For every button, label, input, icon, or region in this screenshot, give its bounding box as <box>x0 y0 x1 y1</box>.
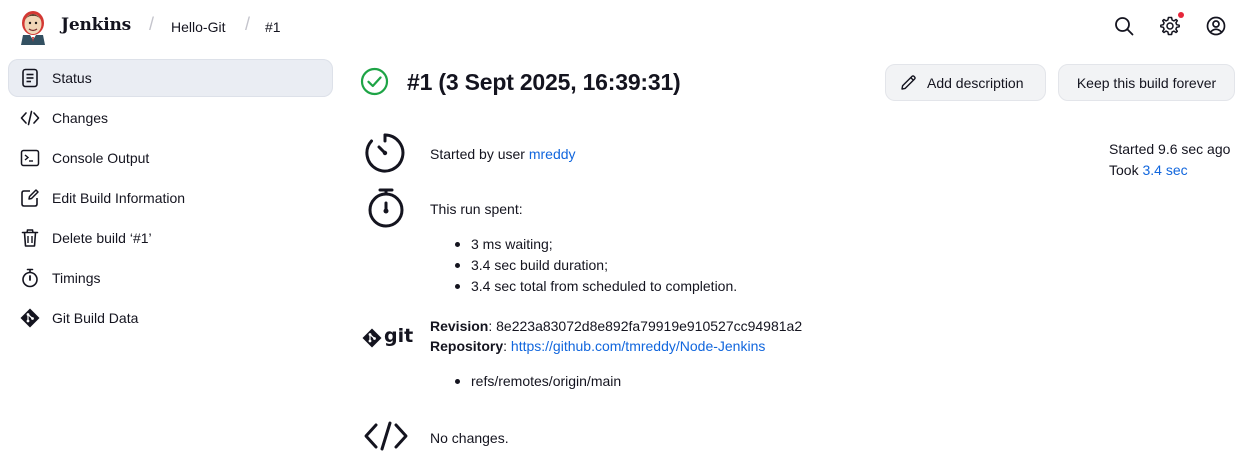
list-item: 3.4 sec total from scheduled to completi… <box>455 277 737 298</box>
breadcrumb-build[interactable]: #1 <box>265 19 281 35</box>
sidebar-item-label: Changes <box>52 110 109 126</box>
keep-build-forever-button[interactable]: Keep this build forever <box>1058 64 1235 101</box>
run-spent-list: 3 ms waiting; 3.4 sec build duration; 3.… <box>455 235 737 298</box>
settings-gear-icon[interactable] <box>1159 15 1181 37</box>
run-spent-label: This run spent: <box>430 201 523 217</box>
breadcrumb-separator: / <box>245 14 251 34</box>
repository-link[interactable]: https://github.com/tmreddy/Node-Jenkins <box>511 338 765 354</box>
pencil-icon <box>901 75 916 90</box>
breadcrumb-job[interactable]: Hello-Git <box>171 19 225 35</box>
jenkins-logo-icon[interactable] <box>18 9 48 45</box>
stopwatch-icon <box>368 188 404 228</box>
sidebar-item-label: Git Build Data <box>52 310 139 326</box>
repository-label: Repository <box>430 338 504 354</box>
stopwatch-icon <box>20 268 40 288</box>
sidebar-item-git-build-data[interactable]: Git Build Data <box>8 299 333 337</box>
trash-icon <box>20 228 40 248</box>
sidebar-item-console-output[interactable]: Console Output <box>8 139 333 177</box>
refs-list: refs/remotes/origin/main <box>455 372 621 393</box>
git-logo-text: git <box>384 325 414 347</box>
brand-title[interactable]: Jenkins <box>61 15 131 35</box>
started-ago-text: Started 9.6 sec ago <box>1109 141 1231 157</box>
clock-icon <box>365 133 405 173</box>
search-icon[interactable] <box>1113 15 1135 37</box>
list-item: refs/remotes/origin/main <box>455 372 621 393</box>
build-success-icon <box>360 67 389 96</box>
list-item: 3 ms waiting; <box>455 235 737 256</box>
revision-row: Revision: 8e223a83072d8e892fa79919e91052… <box>430 318 802 334</box>
sidebar-item-label: Timings <box>52 270 101 286</box>
sidebar-item-label: Status <box>52 70 92 86</box>
keep-build-forever-label: Keep this build forever <box>1076 74 1217 91</box>
breadcrumb-separator: / <box>149 14 155 34</box>
edit-icon <box>20 188 40 208</box>
no-changes-text: No changes. <box>430 430 509 446</box>
add-description-button[interactable]: Add description <box>885 64 1046 101</box>
sidebar: Status Changes Console Output Edit Build… <box>8 59 333 339</box>
sidebar-item-timings[interactable]: Timings <box>8 259 333 297</box>
sidebar-item-label: Console Output <box>52 150 150 166</box>
status-document-icon <box>20 68 40 88</box>
took-duration-link[interactable]: 3.4 sec <box>1142 162 1187 178</box>
code-icon <box>364 421 408 451</box>
list-item: 3.4 sec build duration; <box>455 256 737 277</box>
add-description-label: Add description <box>927 74 1024 91</box>
sidebar-item-status[interactable]: Status <box>8 59 333 97</box>
user-account-icon[interactable] <box>1205 15 1227 37</box>
git-icon <box>20 308 40 328</box>
sidebar-item-edit-build-information[interactable]: Edit Build Information <box>8 179 333 217</box>
repository-separator: : <box>503 338 511 354</box>
started-by-prefix: Started by user <box>430 146 529 162</box>
revision-value: : 8e223a83072d8e892fa79919e910527cc94981… <box>488 318 803 334</box>
top-bar: Jenkins / Hello-Git / #1 <box>0 0 1249 54</box>
sidebar-item-delete-build[interactable]: Delete build ‘#1’ <box>8 219 333 257</box>
repository-row: Repository: https://github.com/tmreddy/N… <box>430 338 765 354</box>
sidebar-item-label: Edit Build Information <box>52 190 186 206</box>
revision-label: Revision <box>430 318 489 334</box>
started-by-text: Started by user mreddy <box>430 146 576 162</box>
code-icon <box>20 108 40 128</box>
took-prefix: Took <box>1109 162 1143 178</box>
page-title: #1 (3 Sept 2025, 16:39:31) <box>407 69 681 95</box>
notification-dot <box>1178 12 1184 18</box>
terminal-icon <box>20 148 40 168</box>
sidebar-item-label: Delete build ‘#1’ <box>52 230 152 246</box>
git-logo-icon: git <box>362 325 414 350</box>
took-text: Took 3.4 sec <box>1109 162 1188 178</box>
user-link[interactable]: mreddy <box>529 146 576 162</box>
sidebar-item-changes[interactable]: Changes <box>8 99 333 137</box>
